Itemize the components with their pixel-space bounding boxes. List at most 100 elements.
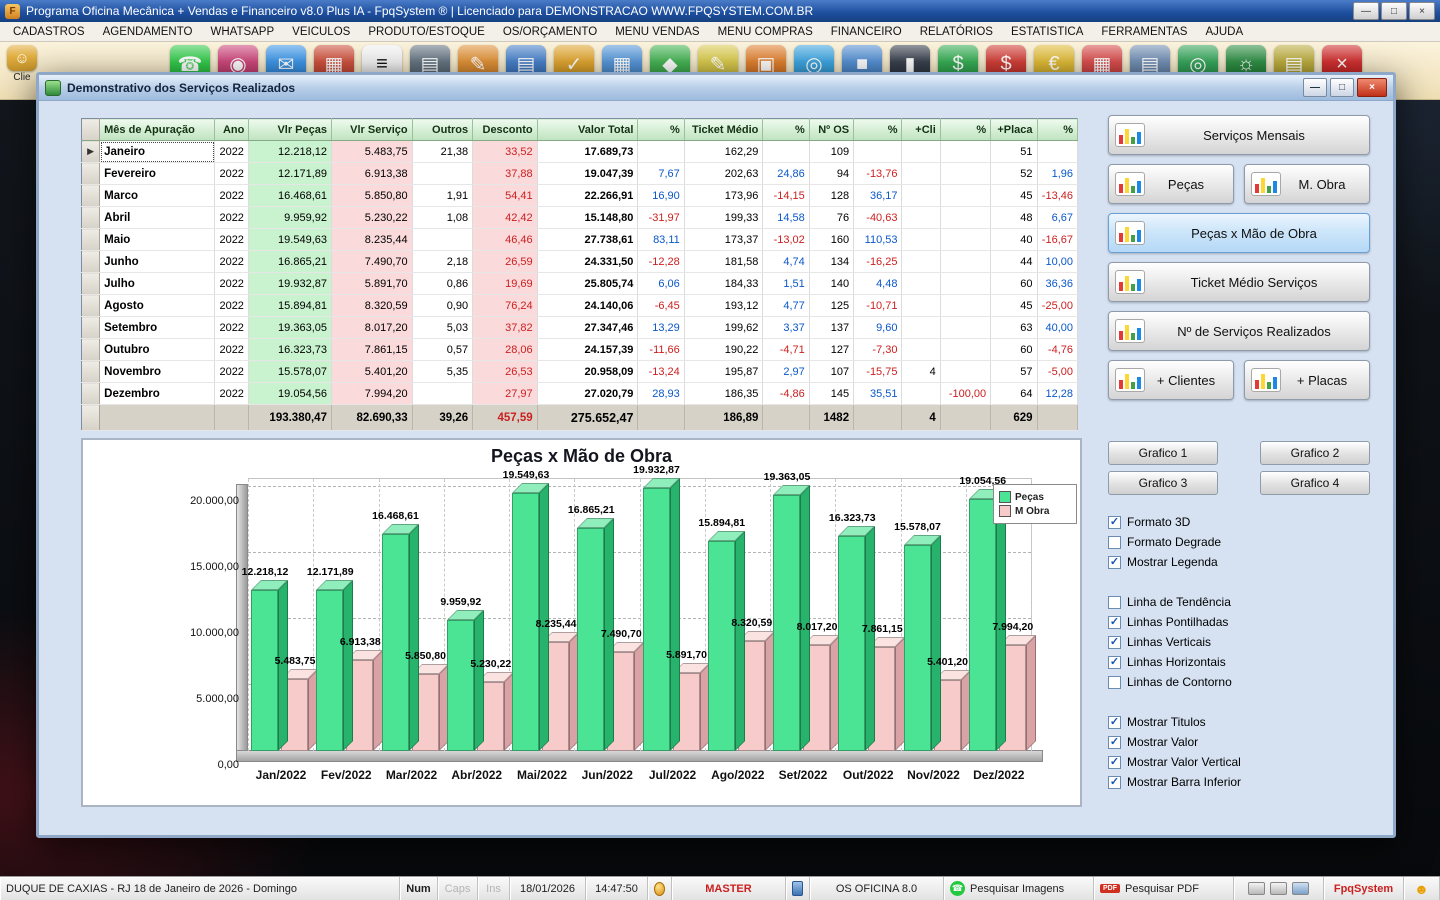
table-row-junho[interactable]: Junho202216.865,217.490,702,1826,5924.33… [82, 251, 1078, 273]
maximize-button[interactable]: □ [1381, 2, 1407, 20]
column-header-valor-total[interactable]: Valor Total [537, 119, 638, 141]
row-selector[interactable] [82, 207, 100, 229]
checkbox-mostrar-valor[interactable]: ✓Mostrar Valor [1108, 732, 1370, 752]
button-m-obra[interactable]: M. Obra [1244, 164, 1370, 204]
menu-cadastros[interactable]: CADASTROS [4, 26, 94, 38]
checkbox-linhas-pontilhadas[interactable]: ✓Linhas Pontilhadas [1108, 612, 1370, 632]
menu-whatsapp[interactable]: WHATSAPP [201, 26, 283, 38]
column-header-n-os[interactable]: Nº OS [809, 119, 853, 141]
dialog-maximize-button[interactable]: □ [1330, 78, 1354, 97]
checkbox-box[interactable] [1108, 536, 1121, 549]
dialog-minimize-button[interactable]: — [1303, 78, 1327, 97]
checkbox-linhas-de-contorno[interactable]: Linhas de Contorno [1108, 672, 1370, 692]
checkbox-linha-de-tendencia[interactable]: Linha de Tendência [1108, 592, 1370, 612]
table-row-julho[interactable]: Julho202219.932,875.891,700,8619,6925.80… [82, 273, 1078, 295]
row-selector[interactable] [82, 317, 100, 339]
checkbox-mostrar-valor-vertical[interactable]: ✓Mostrar Valor Vertical [1108, 752, 1370, 772]
table-row-fevereiro[interactable]: Fevereiro202212.171,896.913,3837,8819.04… [82, 163, 1078, 185]
checkbox-mostrar-titulos[interactable]: ✓Mostrar Titulos [1108, 712, 1370, 732]
menu-ferramentas[interactable]: FERRAMENTAS [1092, 26, 1196, 38]
table-row-setembro[interactable]: Setembro202219.363,058.017,205,0337,8227… [82, 317, 1078, 339]
menu-menu-compras[interactable]: MENU COMPRAS [709, 26, 822, 38]
row-selector[interactable] [82, 273, 100, 295]
menu-agendamento[interactable]: AGENDAMENTO [94, 26, 202, 38]
button-pecas[interactable]: Peças [1108, 164, 1234, 204]
column-header-outros[interactable]: Outros [412, 119, 472, 141]
column-header-ticket-medio[interactable]: Ticket Médio [684, 119, 763, 141]
checkbox-box[interactable]: ✓ [1108, 736, 1121, 749]
search-pdf-button[interactable]: PDFPesquisar PDF [1094, 877, 1234, 900]
menu-menu-vendas[interactable]: MENU VENDAS [606, 26, 708, 38]
column-header-pct[interactable]: % [638, 119, 684, 141]
row-selector[interactable] [82, 295, 100, 317]
checkbox-box[interactable]: ✓ [1108, 756, 1121, 769]
button-label: Serviços Mensais [1145, 128, 1363, 143]
checkbox-box[interactable]: ✓ [1108, 656, 1121, 669]
checkbox-box[interactable]: ✓ [1108, 516, 1121, 529]
row-selector[interactable] [82, 251, 100, 273]
dialog-close-button[interactable]: × [1357, 78, 1387, 97]
checkbox-box[interactable]: ✓ [1108, 636, 1121, 649]
toolbar-clientes-icon[interactable]: ☺Clie [4, 45, 40, 83]
row-selector[interactable] [82, 185, 100, 207]
column-header-cli[interactable]: +Cli [902, 119, 940, 141]
menu-os-orcamento[interactable]: OS/ORÇAMENTO [494, 26, 606, 38]
menu-relatorios[interactable]: RELATÓRIOS [911, 26, 1002, 38]
table-row-marco[interactable]: Marco202216.468,615.850,801,9154,4122.26… [82, 185, 1078, 207]
column-header-placa[interactable]: +Placa [991, 119, 1037, 141]
checkbox-box[interactable]: ✓ [1108, 716, 1121, 729]
button-servicos-mensais[interactable]: Serviços Mensais [1108, 115, 1370, 155]
menu-produto-estoque[interactable]: PRODUTO/ESTOQUE [359, 26, 494, 38]
table-row-agosto[interactable]: Agosto202215.894,818.320,590,9076,2424.1… [82, 295, 1078, 317]
column-header-vlr-pecas[interactable]: Vlr Peças [249, 119, 332, 141]
table-row-dezembro[interactable]: Dezembro202219.054,567.994,2027,9727.020… [82, 383, 1078, 405]
minimize-button[interactable]: — [1353, 2, 1379, 20]
button-pecas-x-mao-de-obra[interactable]: Peças x Mão de Obra [1108, 213, 1370, 253]
table-row-novembro[interactable]: Novembro202215.578,075.401,205,3526,5320… [82, 361, 1078, 383]
menu-estatistica[interactable]: ESTATISTICA [1002, 26, 1092, 38]
button-grafico-2[interactable]: Grafico 2 [1260, 441, 1370, 465]
checkbox-box[interactable] [1108, 676, 1121, 689]
checkbox-mostrar-legenda[interactable]: ✓Mostrar Legenda [1108, 552, 1370, 572]
column-header-pct[interactable]: % [763, 119, 809, 141]
table-row-abril[interactable]: Abril20229.959,925.230,221,0842,4215.148… [82, 207, 1078, 229]
checkbox-formato-3d[interactable]: ✓Formato 3D [1108, 512, 1370, 532]
row-selector[interactable] [82, 163, 100, 185]
table-row-janeiro[interactable]: ▶Janeiro202212.218,125.483,7521,3833,521… [82, 141, 1078, 163]
close-button[interactable]: × [1409, 2, 1435, 20]
row-selector[interactable] [82, 383, 100, 405]
menu-financeiro[interactable]: FINANCEIRO [822, 26, 911, 38]
button-grafico-4[interactable]: Grafico 4 [1260, 471, 1370, 495]
table-row-outubro[interactable]: Outubro202216.323,737.861,150,5728,0624.… [82, 339, 1078, 361]
row-selector[interactable] [82, 339, 100, 361]
column-header-pct[interactable]: % [854, 119, 902, 141]
checkbox-box[interactable]: ✓ [1108, 776, 1121, 789]
checkbox-linhas-horizontais[interactable]: ✓Linhas Horizontais [1108, 652, 1370, 672]
column-header-desconto[interactable]: Desconto [473, 119, 538, 141]
checkbox-box[interactable]: ✓ [1108, 616, 1121, 629]
row-selector[interactable] [82, 361, 100, 383]
table-row-maio[interactable]: Maio202219.549,638.235,4446,4627.738,618… [82, 229, 1078, 251]
button-clientes[interactable]: + Clientes [1108, 360, 1234, 400]
menu-ajuda[interactable]: AJUDA [1196, 26, 1252, 38]
column-header-vlr-servico[interactable]: Vlr Serviço [331, 119, 412, 141]
checkbox-box[interactable] [1108, 596, 1121, 609]
search-images-button[interactable]: ☎Pesquisar Imagens [944, 877, 1094, 900]
button-grafico-3[interactable]: Grafico 3 [1108, 471, 1218, 495]
row-selector[interactable]: ▶ [82, 141, 100, 163]
column-header-ano[interactable]: Ano [215, 119, 249, 141]
checkbox-mostrar-barra-inferior[interactable]: ✓Mostrar Barra Inferior [1108, 772, 1370, 792]
column-header-pct[interactable]: % [1037, 119, 1077, 141]
column-header-pct[interactable]: % [940, 119, 990, 141]
menu-veiculos[interactable]: VEICULOS [283, 26, 359, 38]
row-selector[interactable] [82, 229, 100, 251]
column-header-mes-de-apuracao[interactable]: Mês de Apuração [100, 119, 215, 141]
checkbox-linhas-verticais[interactable]: ✓Linhas Verticais [1108, 632, 1370, 652]
dialog-titlebar[interactable]: Demonstrativo dos Serviços Realizados — … [39, 75, 1393, 101]
button-grafico-1[interactable]: Grafico 1 [1108, 441, 1218, 465]
checkbox-box[interactable]: ✓ [1108, 556, 1121, 569]
checkbox-formato-degrade[interactable]: Formato Degrade [1108, 532, 1370, 552]
button-ticket-medio-servicos[interactable]: Ticket Médio Serviços [1108, 262, 1370, 302]
button-n-de-servicos-realizados[interactable]: Nº de Serviços Realizados [1108, 311, 1370, 351]
button-placas[interactable]: + Placas [1244, 360, 1370, 400]
